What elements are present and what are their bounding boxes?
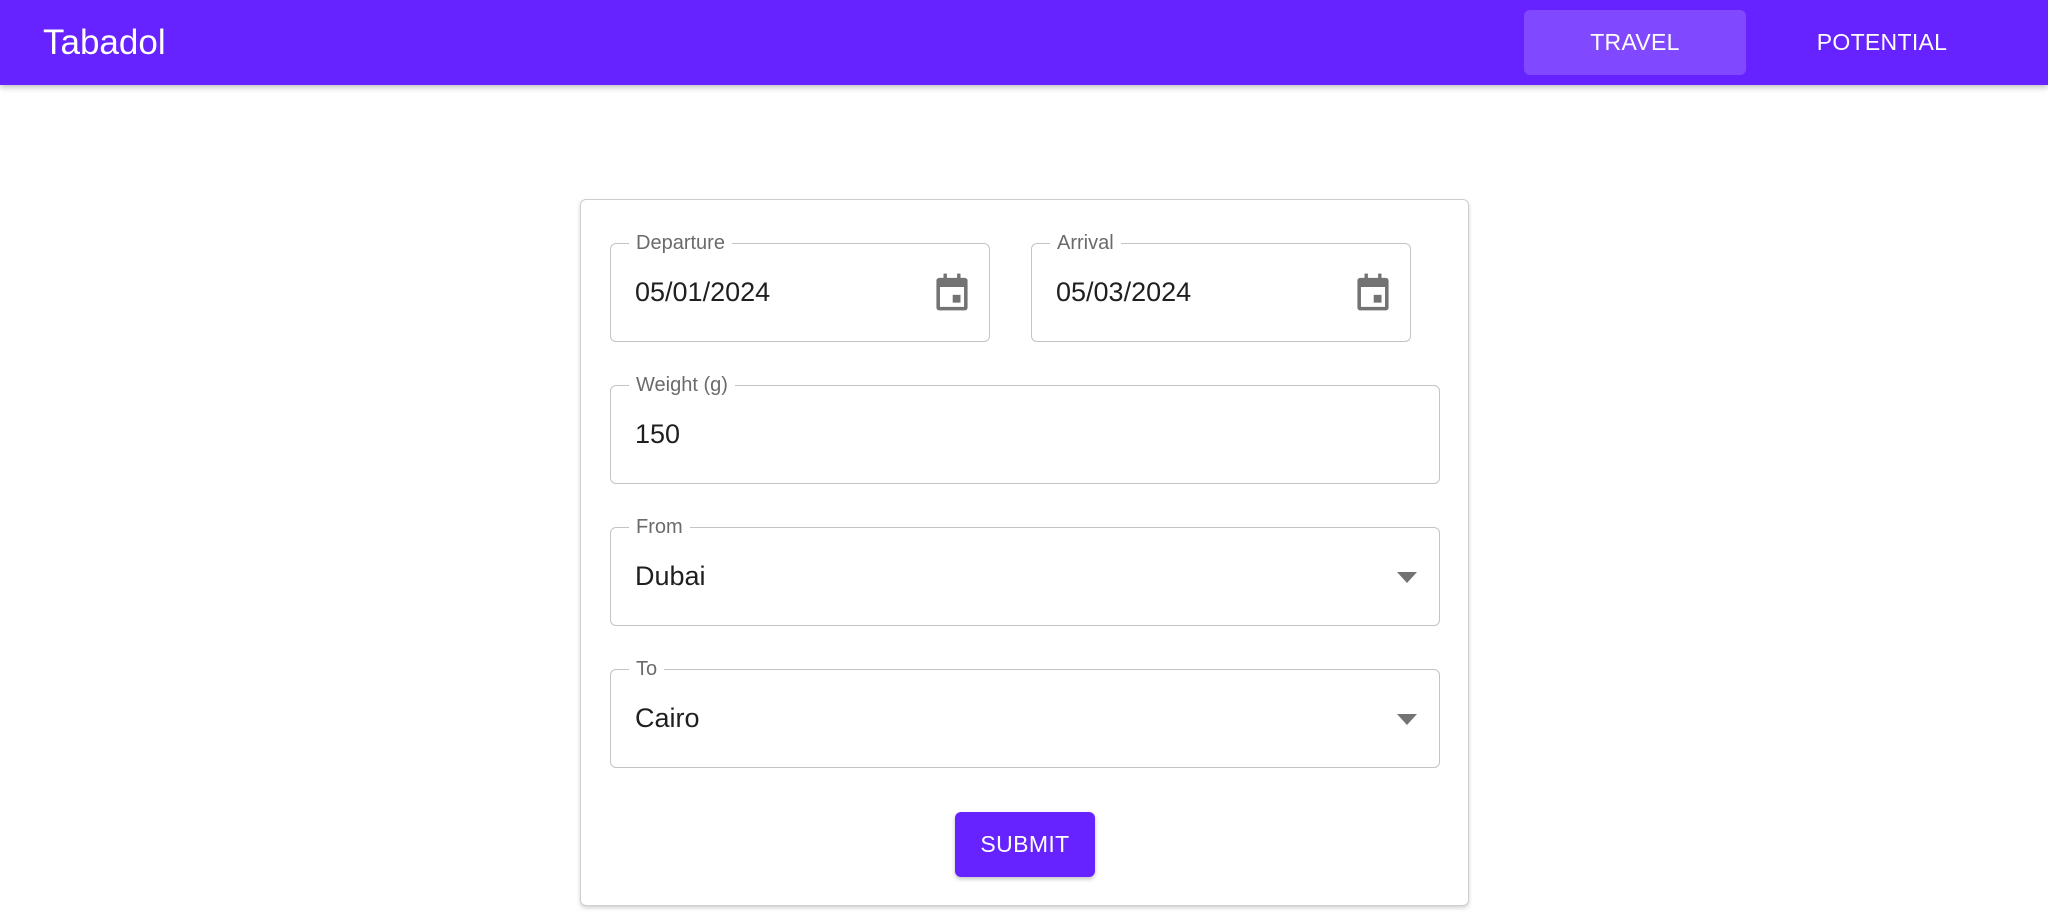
travel-form-card: Departure 05/01/2024 Arrival 05/03/2024 … bbox=[580, 199, 1469, 906]
nav-potential-pickups-button[interactable]: POTENTIAL PICKUPS bbox=[1761, 10, 2003, 120]
nav-travel-logistics-button[interactable]: TRAVEL LOGISTICS bbox=[1524, 10, 1746, 120]
app-title: Tabadol bbox=[43, 23, 166, 62]
departure-date-field[interactable]: Departure 05/01/2024 bbox=[610, 229, 990, 342]
arrival-date-field[interactable]: Arrival 05/03/2024 bbox=[1031, 229, 1411, 342]
to-value: Cairo bbox=[635, 703, 700, 733]
weight-field[interactable]: Weight (g) 150 bbox=[610, 371, 1440, 484]
chevron-down-icon[interactable] bbox=[1397, 714, 1417, 726]
arrival-value: 05/03/2024 bbox=[1056, 277, 1192, 307]
from-value: Dubai bbox=[635, 561, 706, 591]
from-select[interactable]: From Dubai bbox=[610, 513, 1440, 626]
calendar-icon[interactable] bbox=[935, 273, 969, 311]
chevron-down-icon[interactable] bbox=[1397, 572, 1417, 584]
submit-button[interactable]: SUBMIT bbox=[955, 812, 1095, 877]
calendar-icon[interactable] bbox=[1356, 273, 1390, 311]
weight-value: 150 bbox=[635, 419, 681, 449]
departure-value: 05/01/2024 bbox=[635, 277, 771, 307]
app-bar: Tabadol TRAVEL LOGISTICS POTENTIAL PICKU… bbox=[0, 0, 2048, 120]
to-select[interactable]: To Cairo bbox=[610, 655, 1440, 768]
